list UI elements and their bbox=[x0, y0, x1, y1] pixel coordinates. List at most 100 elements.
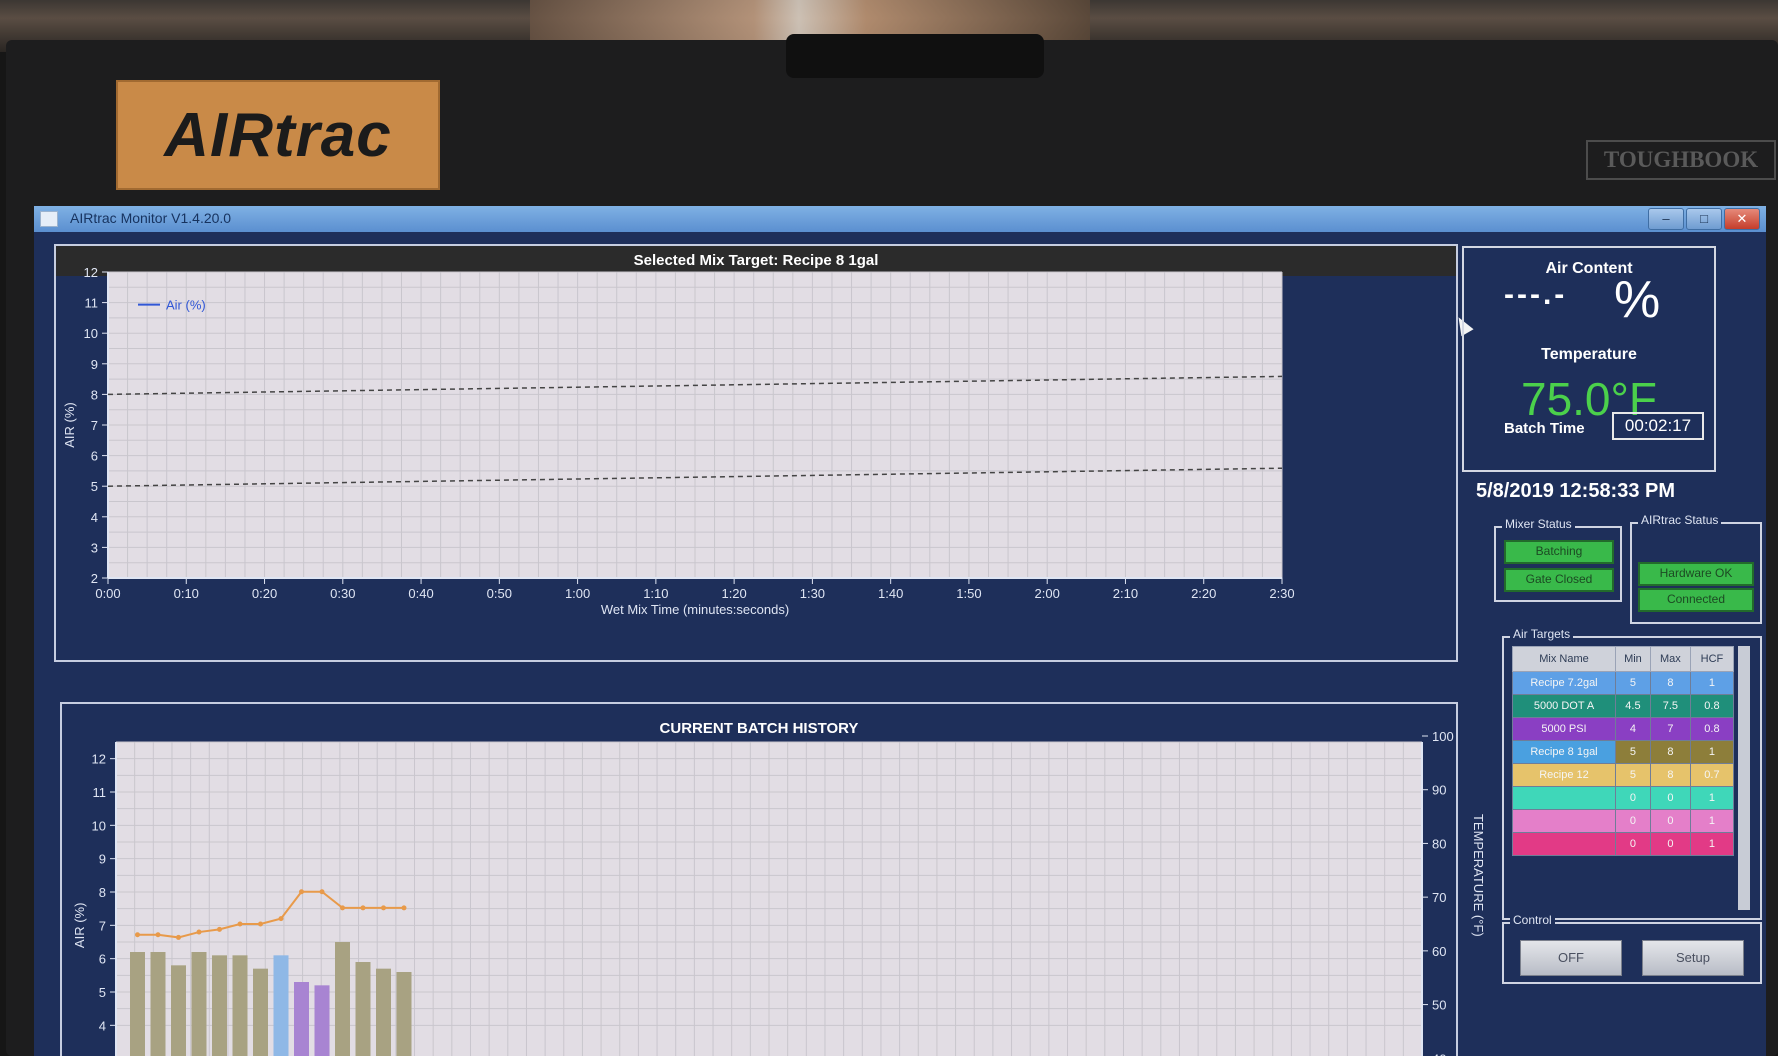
air-target-hcf: 0.7 bbox=[1689, 763, 1735, 787]
batch-temperature-point bbox=[258, 921, 263, 927]
air-target-hcf: 1 bbox=[1689, 809, 1735, 833]
air-target-max: 8 bbox=[1649, 740, 1691, 764]
batch-time-label: Batch Time bbox=[1504, 420, 1585, 437]
air-target-hcf: 1 bbox=[1689, 832, 1735, 856]
air-target-name: Recipe 7.2gal bbox=[1512, 671, 1616, 695]
air-target-name: Recipe 12 bbox=[1512, 763, 1616, 787]
toughbook-logo: TOUGHBOOK bbox=[1586, 140, 1776, 180]
setup-button[interactable]: Setup bbox=[1642, 940, 1744, 976]
batch-y-tick-label: 5 bbox=[99, 985, 106, 1000]
batch-temperature-point bbox=[319, 889, 325, 895]
batch-time-value: 00:02:17 bbox=[1612, 412, 1704, 440]
batch-y-tick-label: 7 bbox=[99, 918, 106, 933]
batch-temperature-point bbox=[155, 932, 161, 938]
batch-bar bbox=[335, 942, 350, 1056]
batch-y-axis-label: AIR (%) bbox=[72, 903, 87, 949]
air-target-row[interactable]: 001 bbox=[1512, 832, 1735, 856]
batch-y2-axis-label: TEMPERATURE (°F) bbox=[1471, 814, 1486, 937]
air-target-row[interactable]: 5000 PSI 4 7 0.8 bbox=[1512, 717, 1735, 741]
air-target-row[interactable]: Recipe 12 5 8 0.7 bbox=[1512, 763, 1735, 787]
air-target-max: 7.5 bbox=[1649, 694, 1691, 718]
air-target-name bbox=[1512, 832, 1616, 856]
air-target-hcf: 1 bbox=[1689, 786, 1735, 810]
batch-y-tick-label: 9 bbox=[99, 852, 106, 867]
batch-y-tick-label: 11 bbox=[93, 785, 107, 800]
air-target-row[interactable]: 001 bbox=[1512, 809, 1735, 833]
mixer-status-label: Mixer Status bbox=[1502, 517, 1575, 531]
batch-bar bbox=[232, 955, 248, 1056]
batch-y2-tick-label: 100 bbox=[1432, 729, 1454, 744]
batch-bar bbox=[212, 955, 227, 1056]
airtrac-logo: AIRtrac bbox=[116, 80, 440, 190]
current-datetime: 5/8/2019 12:58:33 PM bbox=[1476, 480, 1676, 502]
header-min: Min bbox=[1615, 646, 1651, 672]
air-target-row[interactable]: Recipe 8 1gal 5 8 1 bbox=[1512, 740, 1735, 764]
air-target-hcf: 0.8 bbox=[1689, 694, 1735, 718]
off-button[interactable]: OFF bbox=[1520, 940, 1622, 976]
webcam-clip bbox=[786, 34, 1044, 78]
batch-bar bbox=[130, 952, 145, 1056]
mixer-status-batching: Batching bbox=[1504, 540, 1614, 564]
batch-y2-tick-label: 50 bbox=[1432, 998, 1446, 1013]
batch-temperature-point bbox=[381, 905, 386, 911]
air-target-row[interactable]: Recipe 7.2gal 5 8 1 bbox=[1512, 671, 1735, 695]
batch-y2-tick-label: 60 bbox=[1432, 944, 1446, 959]
air-target-name bbox=[1512, 809, 1616, 833]
air-targets-table[interactable]: Mix Name Min Max HCF Recipe 7.2gal 5 8 1 500… bbox=[1512, 646, 1735, 856]
batch-temperature-point bbox=[217, 926, 222, 932]
batch-temperature-point bbox=[176, 934, 181, 940]
air-target-min: 5 bbox=[1615, 763, 1651, 787]
air-target-min: 0 bbox=[1615, 809, 1651, 833]
air-target-min: 5 bbox=[1615, 740, 1651, 764]
batch-bar bbox=[150, 952, 166, 1056]
air-target-max: 0 bbox=[1649, 832, 1691, 856]
batch-y2-tick-label: 40 bbox=[1432, 1051, 1446, 1056]
header-mix-name: Mix Name bbox=[1512, 646, 1616, 672]
batch-bar bbox=[314, 985, 330, 1056]
batch-y2-tick-label: 80 bbox=[1432, 836, 1446, 851]
air-target-name bbox=[1512, 786, 1616, 810]
batch-temperature-point bbox=[135, 932, 140, 938]
batch-bar bbox=[171, 965, 186, 1056]
air-content-unit: % bbox=[1614, 271, 1661, 329]
batch-y-tick-label: 12 bbox=[92, 752, 106, 767]
air-target-max: 8 bbox=[1649, 671, 1691, 695]
air-target-row[interactable]: 5000 DOT A 4.5 7.5 0.8 bbox=[1512, 694, 1735, 718]
batch-bar bbox=[396, 972, 412, 1056]
air-content-label: Air Content bbox=[1545, 260, 1633, 277]
air-target-max: 7 bbox=[1649, 717, 1691, 741]
temperature-label: Temperature bbox=[1541, 346, 1637, 363]
air-targets-group: Air Targets Mix Name Min Max HCF Recipe … bbox=[1502, 627, 1762, 920]
air-content-box: Air Content ---.- % Temperature 75.0°F B… bbox=[1462, 246, 1716, 472]
batch-y2-tick-label: 90 bbox=[1432, 783, 1446, 798]
air-target-row[interactable]: 001 bbox=[1512, 786, 1735, 810]
batch-bar bbox=[191, 952, 207, 1056]
air-target-hcf: 0.8 bbox=[1689, 717, 1735, 741]
air-target-min: 0 bbox=[1615, 832, 1651, 856]
batch-y2-tick-label: 70 bbox=[1432, 890, 1446, 905]
air-target-hcf: 1 bbox=[1689, 740, 1735, 764]
batch-bar bbox=[253, 968, 268, 1056]
mixer-status-gate: Gate Closed bbox=[1504, 568, 1614, 592]
airtrac-status-group: AIRtrac Status Hardware OK Connected bbox=[1630, 513, 1762, 624]
air-targets-scrollbar[interactable] bbox=[1738, 646, 1750, 910]
air-target-min: 4 bbox=[1615, 717, 1651, 741]
header-max: Max bbox=[1649, 646, 1691, 672]
batch-y-tick-label: 6 bbox=[99, 952, 106, 967]
air-target-min: 0 bbox=[1615, 786, 1651, 810]
batch-bar bbox=[273, 955, 289, 1056]
air-targets-label: Air Targets bbox=[1510, 627, 1574, 641]
air-target-name: 5000 PSI bbox=[1512, 717, 1616, 741]
air-target-name: Recipe 8 1gal bbox=[1512, 740, 1616, 764]
batch-bar bbox=[294, 982, 309, 1056]
airtrac-status-label: AIRtrac Status bbox=[1638, 513, 1722, 527]
batch-y-tick-label: 8 bbox=[99, 885, 106, 900]
batch-y-tick-label: 10 bbox=[92, 818, 106, 833]
airtrac-status-hardware: Hardware OK bbox=[1638, 562, 1754, 586]
batch-y-tick-label: 4 bbox=[99, 1018, 106, 1033]
control-label: Control bbox=[1510, 913, 1555, 927]
air-target-name: 5000 DOT A bbox=[1512, 694, 1616, 718]
air-target-max: 0 bbox=[1649, 786, 1691, 810]
airtrac-status-connected: Connected bbox=[1638, 588, 1754, 612]
batch-bar bbox=[376, 968, 391, 1056]
